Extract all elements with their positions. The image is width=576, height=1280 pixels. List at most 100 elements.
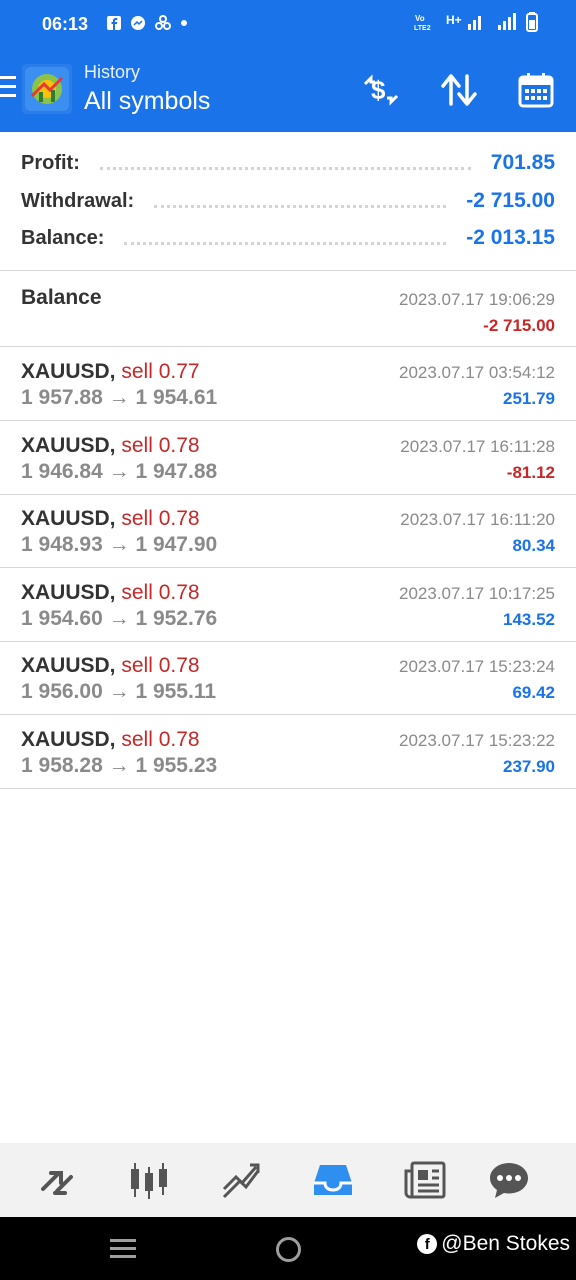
nav-trade[interactable] [218, 1157, 264, 1203]
deal-open-price: 1 946.84 [21, 460, 103, 483]
deal-close-price: 1 955.23 [135, 754, 218, 777]
hplus-icon: H+ [446, 13, 481, 30]
deal-symbol: XAUUSD, [21, 654, 116, 677]
svg-text:Vo: Vo [415, 14, 425, 23]
header-titles: History All symbols [84, 62, 210, 116]
balance-value: -2 013.15 [466, 226, 555, 249]
calendar-button[interactable] [516, 70, 556, 110]
deal-date: 2023.07.17 15:23:22 [399, 731, 555, 750]
dollar-exchange-button[interactable]: $ [361, 70, 401, 110]
sort-icon [441, 74, 477, 106]
facebook-icon [107, 16, 121, 30]
deal-close-price: 1 947.88 [135, 460, 218, 483]
deal-date: 2023.07.17 03:54:12 [399, 363, 555, 382]
arrow-icon: → [108, 607, 130, 630]
system-navigation-bar: f @Ben Stokes [0, 1217, 576, 1280]
header-subtitle: History [84, 62, 141, 82]
balance-operation-row[interactable]: Balance 2023.07.17 19:06:29 -2 715.00 [0, 272, 576, 347]
deal-open-price: 1 948.93 [21, 533, 103, 556]
history-icon [314, 1165, 352, 1195]
header-title[interactable]: All symbols [84, 87, 210, 116]
deal-symbol: XAUUSD, [21, 507, 116, 530]
withdrawal-label: Withdrawal: [21, 189, 135, 212]
recent-apps-button[interactable] [110, 1239, 136, 1263]
deal-open-price: 1 957.88 [21, 386, 103, 409]
arrow-icon: → [108, 460, 130, 483]
menu-button[interactable] [0, 76, 16, 100]
nav-chat[interactable] [486, 1157, 532, 1203]
sort-button[interactable] [439, 70, 479, 110]
status-right-icons: Vo LTE2 H+ [414, 12, 538, 32]
nav-news[interactable] [402, 1157, 448, 1203]
deal-open-price: 1 954.60 [21, 607, 103, 630]
deal-side: sell 0.78 [121, 434, 200, 457]
deal-date: 2023.07.17 15:23:24 [399, 657, 555, 676]
volte-icon: Vo LTE2 [414, 14, 431, 32]
bottom-navigation [0, 1143, 576, 1217]
news-icon [404, 1161, 446, 1199]
profit-value: 701.85 [490, 151, 555, 174]
dotted-leader [99, 160, 471, 170]
dotted-leader [124, 235, 447, 245]
deal-profit: 69.42 [512, 683, 555, 702]
deal-close-price: 1 947.90 [135, 533, 218, 556]
status-time: 06:13 [42, 14, 89, 34]
deal-symbol: XAUUSD, [21, 360, 116, 383]
watermark: f @Ben Stokes [417, 1232, 570, 1256]
profit-label: Profit: [21, 151, 80, 174]
deal-profit: 80.34 [512, 536, 555, 555]
balance-operation-date: 2023.07.17 19:06:29 [399, 290, 555, 309]
chat-icon [490, 1163, 528, 1198]
deal-close-price: 1 955.11 [135, 680, 217, 703]
svg-text:LTE2: LTE2 [414, 25, 431, 32]
deal-profit: -81.12 [506, 463, 555, 482]
arrow-icon: → [108, 680, 130, 703]
withdrawal-row: Withdrawal: -2 715.00 [21, 186, 555, 216]
balance-operation-amount: -2 715.00 [483, 316, 555, 335]
deal-side: sell 0.78 [121, 581, 200, 604]
deal-row[interactable]: XAUUSD, sell 0.77 1 957.88 → 1 954.61 20… [0, 347, 576, 421]
facebook-icon: f [417, 1234, 438, 1254]
messenger-icon [131, 16, 145, 30]
app-bar: History All symbols $ [0, 48, 576, 132]
balance-operation-label: Balance [21, 286, 102, 309]
deal-open-price: 1 956.00 [21, 680, 103, 703]
deal-open-price: 1 958.28 [21, 754, 103, 777]
deal-date: 2023.07.17 16:11:20 [400, 510, 555, 529]
deal-symbol: XAUUSD, [21, 434, 116, 457]
deal-side: sell 0.78 [121, 728, 200, 751]
svg-text:H+: H+ [446, 13, 462, 27]
deal-date: 2023.07.17 16:11:28 [400, 437, 555, 456]
nav-quotes[interactable] [35, 1157, 81, 1203]
nav-history[interactable] [310, 1157, 356, 1203]
deal-profit: 251.79 [503, 389, 555, 408]
deal-row[interactable]: XAUUSD, sell 0.78 1 956.00 → 1 955.11 20… [0, 641, 576, 715]
deal-row[interactable]: XAUUSD, sell 0.78 1 948.93 → 1 947.90 20… [0, 494, 576, 568]
deal-date: 2023.07.17 10:17:25 [399, 584, 555, 603]
deal-row[interactable]: XAUUSD, sell 0.78 1 958.28 → 1 955.23 20… [0, 715, 576, 789]
account-summary: Profit: 701.85 Withdrawal: -2 715.00 Bal… [0, 132, 576, 271]
deal-side: sell 0.78 [121, 654, 200, 677]
deal-symbol: XAUUSD, [21, 581, 116, 604]
home-button[interactable] [276, 1237, 301, 1262]
dotted-leader [154, 198, 447, 208]
deal-row[interactable]: XAUUSD, sell 0.78 1 946.84 → 1 947.88 20… [0, 421, 576, 495]
top-bar: 06:13 Vo LTE2 H+ History All symbols $ [0, 0, 576, 132]
watermark-text: @Ben Stokes [441, 1232, 570, 1255]
profit-row: Profit: 701.85 [21, 148, 555, 178]
app-logo-icon [25, 67, 69, 111]
deal-row[interactable]: XAUUSD, sell 0.78 1 954.60 → 1 952.76 20… [0, 568, 576, 642]
deal-profit: 237.90 [503, 757, 555, 776]
balance-label: Balance: [21, 226, 105, 249]
deal-side: sell 0.78 [121, 507, 200, 530]
balance-summary-row: Balance: -2 013.15 [21, 223, 555, 253]
network-icon [155, 15, 171, 30]
arrow-icon: → [108, 533, 130, 556]
deal-side: sell 0.77 [121, 360, 200, 383]
status-left-icons [106, 14, 188, 32]
nav-chart[interactable] [126, 1157, 172, 1203]
metatrader-logo [22, 64, 72, 114]
deal-close-price: 1 952.76 [135, 607, 218, 630]
dollar-exchange-icon: $ [363, 74, 399, 106]
deal-close-price: 1 954.61 [135, 386, 218, 409]
